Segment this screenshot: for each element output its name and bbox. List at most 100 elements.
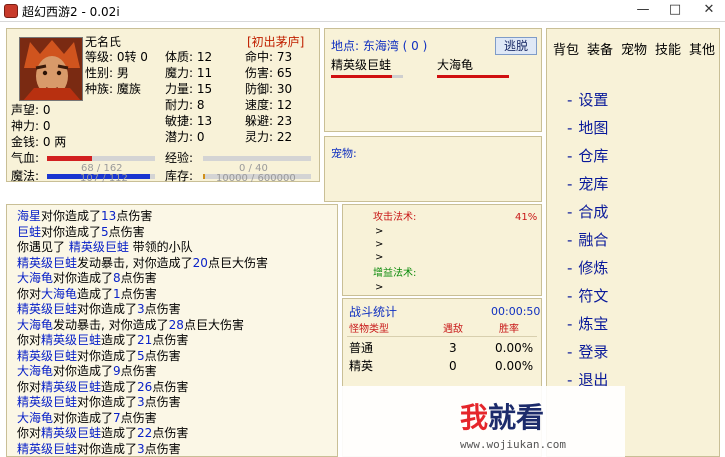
minimize-button[interactable]: — — [628, 0, 658, 22]
menu-bullet: - — [567, 343, 573, 361]
menu-bullet: - — [567, 119, 573, 137]
menu-item-label: 修炼 — [578, 259, 609, 277]
exp-bar — [203, 156, 311, 161]
log-highlight: 22 — [137, 426, 153, 440]
menu-item[interactable]: - 融合 — [567, 229, 608, 250]
log-text: 发动暴击, 对你造成了 — [77, 255, 193, 270]
log-text: 你对 — [17, 379, 42, 394]
log-text: 点伤害 — [120, 271, 157, 285]
window-title: 超幻西游2 - 0.02i — [22, 5, 120, 19]
tab-backpack[interactable]: 背包 — [553, 39, 579, 58]
log-highlight: 精英级巨蛙 — [41, 426, 102, 440]
log-highlight: 13 — [101, 209, 117, 223]
enemy-1-name[interactable]: 精英级巨蛙 — [331, 58, 391, 72]
attack-spell-slot-1[interactable]: > — [375, 225, 383, 239]
row-elite-type: 精英 — [349, 359, 374, 373]
location-panel: 地点: 东海湾 ( 0 ) 逃脱 精英级巨蛙 大海龟 — [324, 28, 542, 132]
menu-item-label: 符文 — [578, 287, 609, 305]
buff-spell-slot-1[interactable]: > — [375, 281, 383, 295]
escape-button[interactable]: 逃脱 — [495, 37, 537, 55]
menu-bullet: - — [567, 231, 573, 249]
log-line: 大海龟对你造成了8点伤害 — [17, 271, 157, 285]
battle-log[interactable]: 海星对你造成了13点伤害 巨蛙对你造成了5点伤害 你遇见了 精英级巨蛙 带领的小队精… — [6, 204, 338, 457]
level-text: 等级: 0转 0 — [85, 50, 148, 64]
maximize-button[interactable]: □ — [660, 0, 690, 22]
log-text: 点伤害 — [152, 333, 189, 347]
log-highlight: 20 — [192, 255, 208, 270]
log-text: 造成了 — [101, 333, 138, 347]
log-text: 点伤害 — [108, 224, 145, 239]
potential-text: 潜力: 0 — [165, 130, 205, 144]
tab-equipment[interactable]: 装备 — [587, 39, 613, 58]
close-button[interactable]: ✕ — [694, 0, 724, 22]
spells-panel: 攻击法术: 41% > > > 增益法术: > — [342, 204, 542, 296]
gender-text: 性别: 男 — [85, 66, 129, 80]
mp-label: 魔法: — [11, 169, 40, 183]
log-highlight: 9 — [113, 364, 121, 378]
log-line: 你对精英级巨蛙造成了21点伤害 — [17, 333, 188, 347]
character-name: 无名氏 — [85, 35, 122, 49]
tab-other[interactable]: 其他 — [689, 39, 715, 58]
attack-spell-slot-3[interactable]: > — [375, 251, 383, 265]
attack-spell-slot-2[interactable]: > — [375, 238, 383, 252]
log-text: 你对 — [17, 333, 42, 347]
menu-item[interactable]: - 符文 — [567, 285, 608, 306]
tab-skills[interactable]: 技能 — [655, 39, 681, 58]
row-normal-winrate: 0.00% — [495, 341, 534, 355]
battle-time: 00:00:50 — [491, 305, 541, 318]
log-text: 对你造成了 — [53, 410, 114, 425]
menu-bullet: - — [567, 175, 573, 193]
log-text: 造成了 — [101, 379, 138, 394]
stats-divider — [347, 336, 537, 337]
app-icon — [4, 4, 18, 18]
log-text: 发动暴击, 对你造成了 — [53, 317, 169, 332]
row-elite-winrate: 0.00% — [495, 359, 534, 373]
menu-bullet: - — [567, 147, 573, 165]
menu-item[interactable]: - 炼宝 — [567, 313, 608, 334]
log-line: 你对精英级巨蛙造成了22点伤害 — [17, 426, 188, 440]
log-text: 造成了 — [101, 426, 138, 440]
col-header-winrate: 胜率 — [499, 324, 519, 335]
divine-text: 神力: 0 — [11, 119, 51, 133]
log-highlight: 3 — [137, 302, 145, 316]
menu-bullet: - — [567, 287, 573, 305]
location-label: 地点: 东海湾 ( 0 ) — [331, 39, 428, 53]
hp-bar — [47, 156, 155, 161]
tab-pets[interactable]: 宠物 — [621, 39, 647, 58]
hp-bar-fill — [47, 156, 92, 161]
log-highlight: 3 — [137, 395, 145, 409]
menu-item[interactable]: - 合成 — [567, 201, 608, 222]
log-highlight: 28 — [168, 317, 184, 332]
menu-item[interactable]: - 登录 — [567, 341, 608, 362]
log-text: 点巨大伤害 — [207, 255, 268, 270]
menu-item[interactable]: - 宠库 — [567, 173, 608, 194]
watermark-url: www.wojiukan.com — [460, 438, 566, 451]
physique-text: 体质: 12 — [165, 50, 213, 64]
menu-item[interactable]: - 仓库 — [567, 145, 608, 166]
character-title: [初出茅庐] — [247, 35, 305, 49]
menu-item[interactable]: - 修炼 — [567, 257, 608, 278]
watermark-logo: 我就看 — [460, 396, 544, 436]
log-text: 点伤害 — [116, 209, 153, 223]
log-text: 对你造成了 — [41, 224, 102, 239]
log-line: 大海龟对你造成了7点伤害 — [17, 411, 157, 425]
log-highlight: 海星 — [17, 209, 42, 223]
menu-item-label: 炼宝 — [578, 315, 609, 333]
damage-text: 伤害: 65 — [245, 66, 293, 80]
log-highlight: 精英级巨蛙 — [17, 255, 78, 270]
enemy-2-name[interactable]: 大海龟 — [437, 58, 473, 72]
log-highlight: 巨蛙 — [17, 224, 42, 239]
log-highlight: 26 — [137, 379, 153, 394]
log-highlight: 8 — [113, 271, 121, 285]
menu-item-label: 仓库 — [578, 147, 609, 165]
log-line: 你遇见了 精英级巨蛙 带领的小队 — [17, 240, 193, 254]
menu-item[interactable]: - 设置 — [567, 89, 608, 110]
menu-item[interactable]: - 地图 — [567, 117, 608, 138]
log-line: 大海龟对你造成了9点伤害 — [17, 364, 157, 378]
mp-value: 107 / 112 — [80, 173, 128, 184]
log-highlight: 大海龟 — [41, 286, 78, 301]
character-panel: 无名氏 [初出茅庐] 等级: 0转 0 性别: 男 种族: 魔族 体质: 12 … — [6, 28, 320, 183]
menu-item-label: 设置 — [578, 91, 609, 109]
endurance-text: 耐力: 8 — [165, 98, 205, 112]
hit-text: 命中: 73 — [245, 50, 293, 64]
